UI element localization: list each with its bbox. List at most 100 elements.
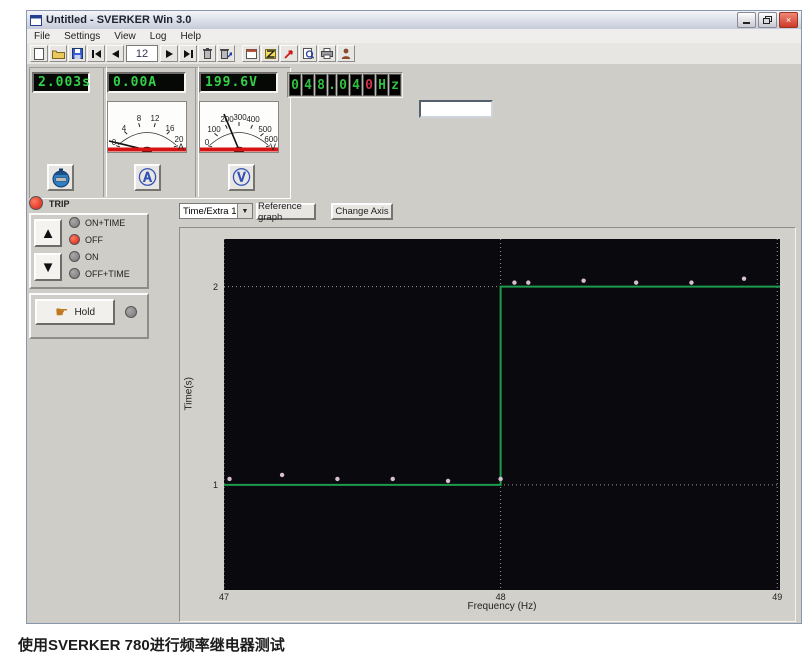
frequency-digit: 8 bbox=[315, 74, 327, 96]
zigzag-icon bbox=[265, 49, 276, 59]
ammeter-tick: 0 bbox=[112, 138, 116, 147]
app-icon bbox=[30, 15, 42, 26]
record-number-field[interactable]: 12 bbox=[126, 45, 158, 62]
last-record-button[interactable] bbox=[179, 45, 197, 62]
menu-help[interactable]: Help bbox=[173, 31, 208, 42]
curve-view-button[interactable] bbox=[261, 45, 279, 62]
voltmeter-tick: 100 bbox=[207, 125, 220, 134]
app-window: Untitled - SVERKER Win 3.0 × File Settin… bbox=[26, 10, 802, 624]
chart-plot[interactable] bbox=[224, 239, 780, 590]
delete-all-button[interactable] bbox=[217, 45, 235, 62]
ammeter-unit: A bbox=[178, 142, 184, 152]
frequency-digit: 0 bbox=[289, 74, 301, 96]
ammeter-tick: 8 bbox=[137, 114, 141, 123]
hold-led bbox=[125, 306, 137, 318]
voltmeter-tick: 500 bbox=[258, 125, 271, 134]
reference-graph-button[interactable]: Reference graph bbox=[256, 203, 316, 220]
toolbar: 12 bbox=[27, 43, 801, 65]
mode-label-on-time: ON+TIME bbox=[85, 218, 125, 228]
y-axis-label: Time(s) bbox=[184, 397, 195, 411]
voltmeter-button[interactable]: Ⓥ bbox=[228, 164, 255, 191]
ammeter-button[interactable]: Ⓐ bbox=[134, 164, 161, 191]
save-button[interactable] bbox=[68, 45, 86, 62]
menu-bar: File Settings View Log Help bbox=[27, 29, 801, 44]
voltmeter-tick: 300 bbox=[233, 113, 246, 122]
time-display: 2.003s bbox=[32, 72, 90, 93]
print-preview-icon bbox=[303, 48, 314, 59]
change-axis-button[interactable]: Change Axis bbox=[331, 203, 393, 220]
restore-button[interactable] bbox=[758, 12, 777, 28]
mode-led-off-time bbox=[69, 268, 80, 279]
close-button[interactable]: × bbox=[779, 12, 798, 28]
down-arrow-icon: ▼ bbox=[41, 259, 56, 276]
y-tick-label: 1 bbox=[184, 480, 218, 490]
timer-clock-icon bbox=[51, 168, 71, 188]
figure-caption: 使用SVERKER 780进行频率继电器测试 bbox=[18, 634, 285, 655]
frequency-digit: 0 bbox=[337, 74, 349, 96]
hand-icon: ☛ bbox=[55, 305, 68, 320]
print-button[interactable] bbox=[318, 45, 336, 62]
menu-file[interactable]: File bbox=[27, 31, 57, 42]
report-view-button[interactable] bbox=[242, 45, 260, 62]
new-file-button[interactable] bbox=[30, 45, 48, 62]
minimize-button[interactable] bbox=[737, 12, 756, 28]
frequency-decimal-point: . bbox=[328, 74, 336, 96]
restore-icon bbox=[763, 16, 772, 24]
title-bar[interactable]: Untitled - SVERKER Win 3.0 × bbox=[27, 11, 801, 30]
first-record-button[interactable] bbox=[87, 45, 105, 62]
axis-select-value: Time/Extra 1 bbox=[180, 206, 237, 217]
y-tick-label: 2 bbox=[184, 282, 218, 292]
frequency-digit-red: 0 bbox=[363, 74, 375, 96]
circled-a-icon: Ⓐ bbox=[139, 169, 157, 187]
menu-settings[interactable]: Settings bbox=[57, 31, 107, 42]
open-folder-icon bbox=[52, 49, 65, 59]
toolbar-separator bbox=[236, 45, 241, 62]
empty-text-field[interactable] bbox=[419, 100, 493, 118]
voltmeter-tick: 400 bbox=[246, 115, 259, 124]
printer-icon bbox=[321, 48, 333, 59]
circled-v-icon: Ⓥ bbox=[233, 169, 251, 187]
next-record-button[interactable] bbox=[160, 45, 178, 62]
voltmeter-unit: V bbox=[270, 142, 276, 152]
voltmeter-tick: 200 bbox=[220, 115, 233, 124]
menu-log[interactable]: Log bbox=[143, 31, 174, 42]
delete-record-button[interactable] bbox=[198, 45, 216, 62]
ammeter-gauge: 0 4 8 12 16 20 A A bbox=[107, 101, 187, 153]
about-button[interactable] bbox=[337, 45, 355, 62]
first-record-icon bbox=[92, 50, 101, 58]
print-preview-button[interactable] bbox=[299, 45, 317, 62]
frequency-display: 0 4 8 . 0 4 0 H z bbox=[287, 72, 403, 98]
dropdown-arrow-button[interactable]: ▼ bbox=[237, 204, 252, 218]
mode-led-on bbox=[69, 251, 80, 262]
menu-view[interactable]: View bbox=[107, 31, 143, 42]
decrease-button[interactable]: ▼ bbox=[34, 253, 62, 281]
mode-label-off-time: OFF+TIME bbox=[85, 269, 130, 279]
trash-icon bbox=[203, 48, 212, 59]
voltmeter-gauge: 0 100 200 300 400 500 600 V bbox=[199, 101, 279, 153]
mode-led-off bbox=[69, 234, 80, 245]
frequency-digit: 4 bbox=[350, 74, 362, 96]
chevron-down-icon: ▼ bbox=[242, 208, 249, 215]
trash-arrow-icon bbox=[220, 48, 232, 59]
increase-button[interactable]: ▲ bbox=[34, 219, 62, 247]
ammeter-tick: 16 bbox=[166, 124, 175, 133]
voltmeter-tick: 0 bbox=[205, 138, 209, 147]
phasor-button[interactable] bbox=[280, 45, 298, 62]
red-arrow-icon bbox=[284, 49, 294, 59]
hold-button[interactable]: ☛ Hold bbox=[35, 299, 115, 325]
prev-record-button[interactable] bbox=[106, 45, 124, 62]
ammeter-tick: 12 bbox=[151, 114, 160, 123]
window-title: Untitled - SVERKER Win 3.0 bbox=[46, 14, 735, 26]
new-file-icon bbox=[34, 48, 44, 60]
frequency-unit-z: z bbox=[389, 74, 401, 96]
current-display: 0.00A bbox=[107, 72, 186, 93]
voltage-display: 199.6V bbox=[199, 72, 278, 93]
next-record-icon bbox=[166, 50, 173, 58]
open-file-button[interactable] bbox=[49, 45, 67, 62]
prev-record-icon bbox=[112, 50, 119, 58]
mode-led-on-time bbox=[69, 217, 80, 228]
timer-button[interactable] bbox=[47, 164, 74, 191]
axis-select-dropdown[interactable]: Time/Extra 1 ▼ bbox=[179, 203, 253, 219]
save-icon bbox=[72, 48, 83, 59]
frequency-unit-h: H bbox=[376, 74, 388, 96]
